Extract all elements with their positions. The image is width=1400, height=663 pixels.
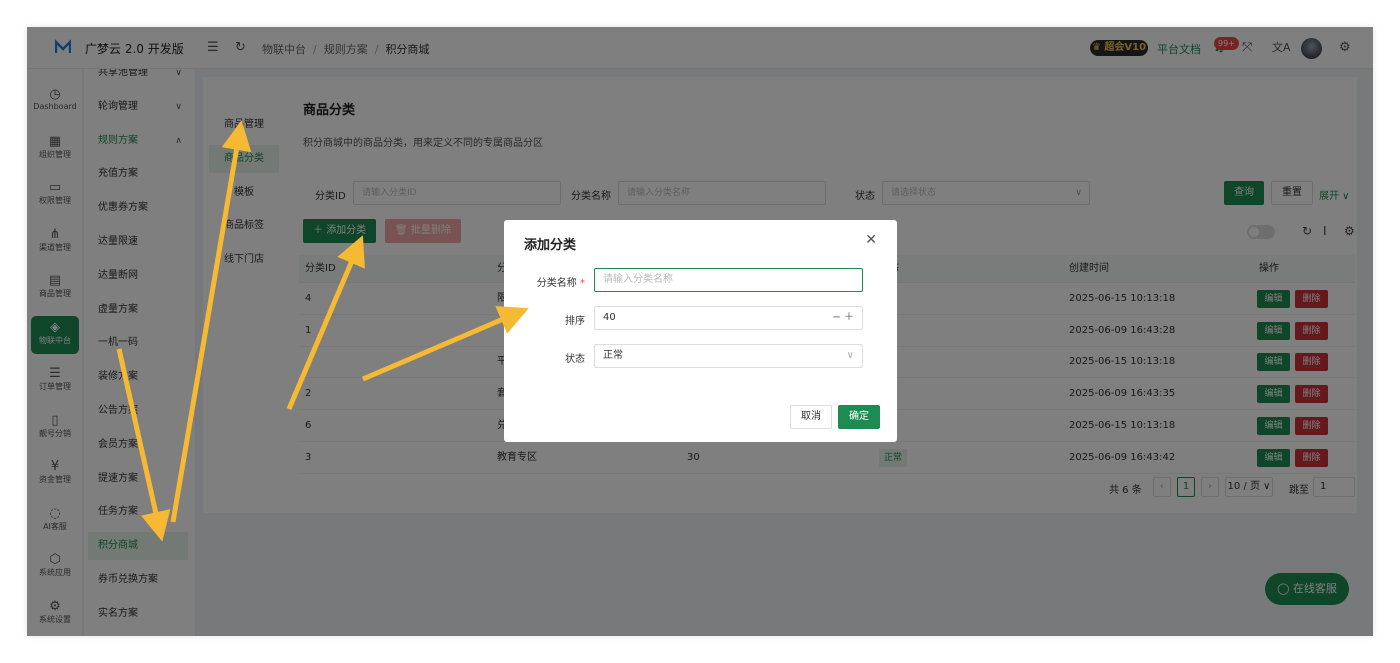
dialog-sort-label: 排序 <box>565 316 585 327</box>
add-category-dialog: 添加分类 ✕ 分类名称 * 请输入分类名称 排序 40− ＋ 状态 正常 ∨ 取消… <box>504 220 897 442</box>
close-icon[interactable]: ✕ <box>865 232 877 248</box>
stepper-buttons[interactable]: − ＋ <box>832 307 854 329</box>
dialog-title: 添加分类 <box>524 238 577 253</box>
app-window: 广梦云 2.0 开发版 ☰ ↻ 物联中台/规则方案/积分商城 ♛ 超会V10 平… <box>27 27 1373 636</box>
confirm-button[interactable]: 确定 <box>838 405 880 429</box>
chevron-down-icon: ∨ <box>846 350 854 361</box>
dialog-sort-stepper[interactable]: 40− ＋ <box>594 306 863 330</box>
dialog-status-select[interactable]: 正常 ∨ <box>594 344 863 368</box>
dialog-name-input[interactable]: 请输入分类名称 <box>594 268 863 292</box>
dialog-name-label: 分类名称 * <box>536 278 585 289</box>
dialog-status-label: 状态 <box>565 354 585 365</box>
cancel-button[interactable]: 取消 <box>790 405 832 429</box>
